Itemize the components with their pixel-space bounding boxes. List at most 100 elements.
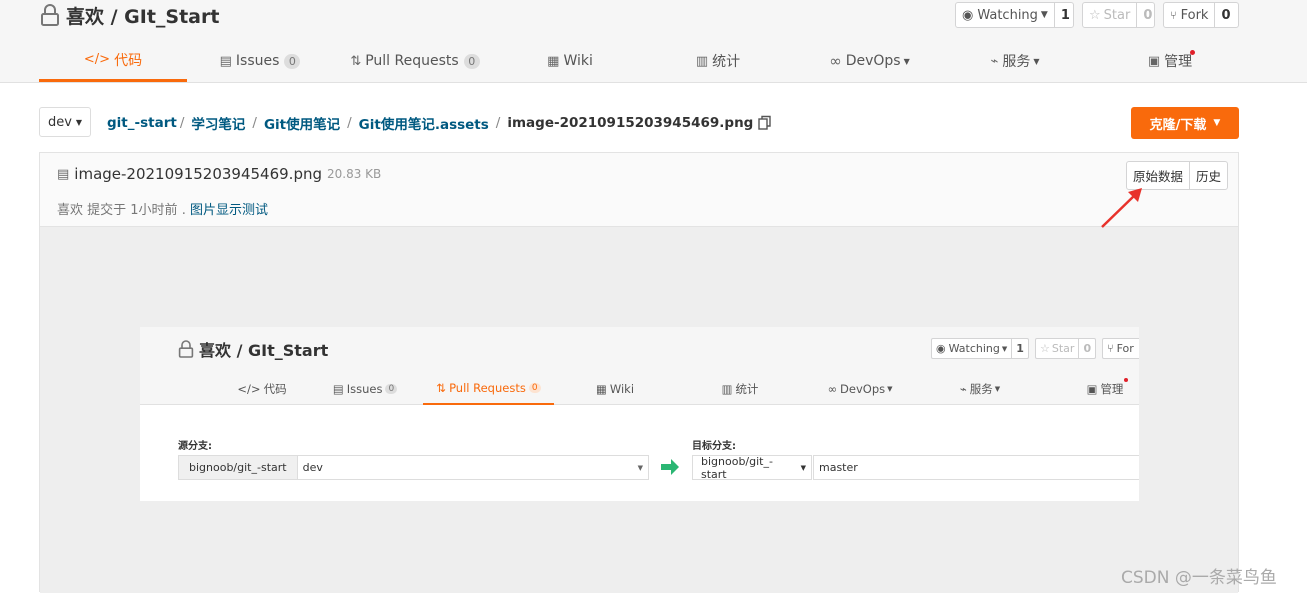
star-icon: ☆ — [1089, 7, 1101, 23]
file-header: ▤ image-20210915203945469.png 20.83 KB 喜… — [40, 153, 1238, 227]
wiki-icon: ▦ — [595, 381, 607, 396]
watch-button[interactable]: ◉ Watching ▼ 1 — [955, 2, 1074, 28]
service-icon: ⌁ — [959, 381, 967, 396]
commit-message-link[interactable]: 图片显示测试 — [190, 203, 268, 218]
tab-devops-label: DevOps — [845, 53, 901, 69]
watch-toggle[interactable]: ◉ Watching ▼ — [956, 3, 1054, 27]
tab-wiki[interactable]: ▦ Wiki — [520, 40, 620, 82]
tab-manage[interactable]: ▣ 管理 — [1120, 40, 1220, 82]
fork-count[interactable]: 0 — [1214, 3, 1236, 27]
embedded-star-toggle: ☆ Star — [1036, 339, 1078, 358]
branch-dropdown[interactable]: dev ▼ — [39, 107, 91, 137]
stats-icon: ▥ — [695, 53, 709, 69]
file-name: ▤ image-20210915203945469.png 20.83 KB — [57, 165, 381, 183]
issues-icon: ▤ — [332, 381, 344, 396]
file-icon: ▤ — [57, 166, 70, 182]
embedded-star-count: 0 — [1078, 339, 1095, 358]
raw-data-button[interactable]: 原始数据 — [1127, 162, 1189, 189]
breadcrumb-separator: / — [252, 115, 257, 131]
tab-service-label: 服务 — [1002, 54, 1031, 70]
target-branch-select: master — [813, 455, 1139, 480]
embedded-tab-code: </> 代码 — [202, 372, 322, 405]
embedded-watch-count: 1 — [1011, 339, 1028, 358]
embedded-fork-label: For — [1116, 342, 1134, 355]
copy-icon[interactable] — [758, 115, 772, 131]
source-branch-value: dev — [302, 461, 323, 474]
breadcrumb-item[interactable]: Git使用笔记 — [264, 113, 340, 133]
breadcrumb-item[interactable]: 学习笔记 — [191, 113, 245, 133]
breadcrumb: git_-start / 学习笔记 / Git使用笔记 / Git使用笔记.as… — [107, 113, 772, 133]
embedded-tab-issues-label: Issues — [346, 381, 383, 396]
embedded-tab-issues: ▤ Issues 0 — [315, 372, 415, 405]
embedded-tab-wiki: ▦ Wiki — [570, 372, 660, 405]
commit-author[interactable]: 喜欢 — [57, 203, 83, 218]
watch-count[interactable]: 1 — [1053, 3, 1076, 27]
star-count[interactable]: 0 — [1136, 3, 1158, 27]
tab-manage-label: 管理 — [1164, 54, 1193, 70]
target-repo-wrap: bignoob/git_-start ▼ — [693, 455, 811, 481]
repo-title[interactable]: 喜欢 / GIt_Start — [40, 2, 219, 28]
target-repo: bignoob/git_-start — [701, 454, 773, 481]
tab-devops[interactable]: ∞ DevOps ▼ — [812, 40, 927, 82]
target-branch-label: 目标分支: — [692, 441, 736, 452]
embedded-tab-manage-label: 管理 — [1100, 381, 1124, 396]
embedded-pr-badge: 0 — [528, 382, 541, 393]
embedded-tab-wiki-label: Wiki — [609, 381, 635, 396]
lock-icon — [178, 340, 194, 358]
embedded-tab-pull-requests: ⇅ Pull Requests 0 — [423, 372, 554, 405]
manage-icon: ▣ — [1086, 381, 1098, 396]
fork-toggle[interactable]: ⑂ Fork — [1164, 3, 1214, 27]
issues-icon: ▤ — [219, 53, 232, 69]
tab-code-label: 代码 — [114, 52, 143, 69]
csdn-watermark: CSDN @一条菜鸟鱼 — [1121, 568, 1277, 588]
breadcrumb-separator: / — [347, 115, 352, 131]
annotation-arrow — [1101, 188, 1142, 228]
embedded-tab-service: ⌁ 服务 ▼ — [935, 372, 1025, 405]
breadcrumb-item[interactable]: Git使用笔记.assets — [359, 113, 489, 133]
embedded-tab-stats-label: 统计 — [735, 381, 759, 396]
history-button[interactable]: 历史 — [1189, 162, 1227, 189]
star-icon: ☆ — [1040, 342, 1050, 355]
notification-dot — [1190, 50, 1195, 55]
watch-label: Watching — [977, 7, 1038, 23]
embedded-tab-devops: ∞ DevOps ▼ — [815, 372, 905, 405]
target-branch-value: master — [819, 461, 858, 474]
caret-down-icon: ▼ — [1001, 344, 1008, 353]
breadcrumb-current: image-20210915203945469.png — [507, 115, 754, 131]
embedded-watch-button: ◉ Watching ▼ 1 — [931, 338, 1029, 359]
caret-down-icon: ▼ — [1033, 56, 1040, 66]
eye-icon: ◉ — [936, 342, 946, 355]
pr-count-badge: 0 — [463, 53, 480, 69]
embedded-tab-manage: ▣ 管理 — [1060, 372, 1139, 405]
fork-button[interactable]: ⑂ Fork 0 — [1163, 2, 1239, 28]
tab-stats[interactable]: ▥ 统计 — [668, 40, 768, 82]
embedded-star-label: Star — [1051, 342, 1075, 355]
caret-down-icon: ▼ — [887, 384, 893, 393]
tab-service[interactable]: ⌁ 服务 ▼ — [965, 40, 1065, 82]
arrow-right-icon — [661, 459, 679, 475]
code-icon: </> — [237, 381, 261, 396]
fork-icon: ⑂ — [1170, 8, 1177, 22]
source-branch-label: 源分支: — [178, 441, 212, 452]
tab-code[interactable]: </> 代码 — [39, 40, 187, 82]
stats-icon: ▥ — [721, 381, 733, 396]
file-viewer: ▤ image-20210915203945469.png 20.83 KB 喜… — [39, 152, 1239, 593]
clone-download-button[interactable]: 克隆/下载 ▼ — [1131, 107, 1239, 139]
notification-dot — [1124, 378, 1128, 382]
image-preview: 喜欢 / GIt_Start ◉ Watching ▼ 1 ☆ Star 0 ⑂ For… — [40, 227, 1238, 593]
caret-down-icon: ▼ — [1213, 118, 1221, 128]
tab-pull-requests[interactable]: ⇅ Pull Requests 0 — [340, 40, 490, 82]
fork-label: Fork — [1180, 7, 1209, 23]
file-name-text: image-20210915203945469.png — [74, 165, 322, 183]
tab-issues[interactable]: ▤ Issues 0 — [200, 40, 320, 82]
devops-icon: ∞ — [829, 52, 842, 70]
source-branch-select: bignoob/git_-start dev ▼ — [178, 455, 649, 480]
star-button[interactable]: ☆ Star 0 — [1082, 2, 1155, 28]
manage-icon: ▣ — [1147, 53, 1161, 69]
breadcrumb-root[interactable]: git_-start — [107, 115, 177, 131]
star-label: Star — [1103, 7, 1131, 23]
commit-time: 提交于 1小时前 . — [87, 203, 186, 218]
pull-request-icon: ⇅ — [436, 380, 447, 395]
tab-issues-label: Issues — [235, 53, 280, 69]
star-toggle[interactable]: ☆ Star — [1083, 3, 1136, 27]
